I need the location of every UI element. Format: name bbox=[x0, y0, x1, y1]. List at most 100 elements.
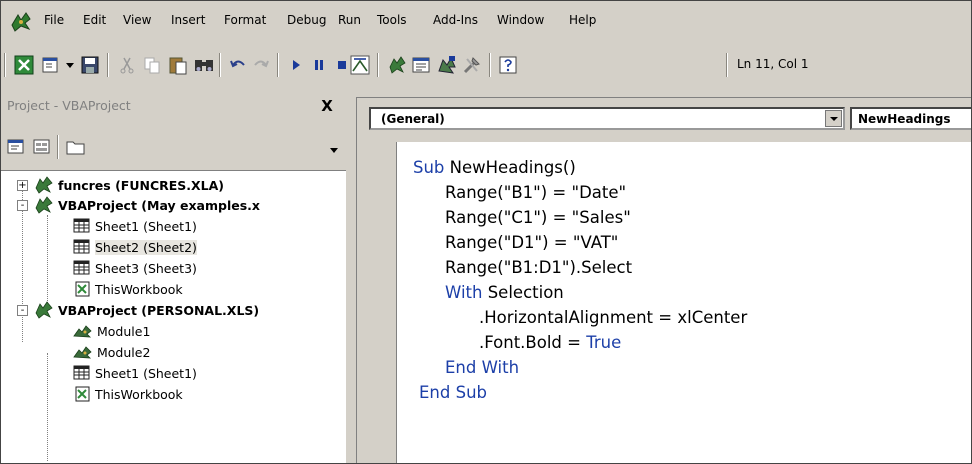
collapse-icon[interactable]: - bbox=[17, 199, 28, 211]
copy-icon[interactable] bbox=[141, 54, 163, 76]
tree-connector bbox=[47, 353, 48, 461]
tree-node-module1[interactable]: Module1 bbox=[73, 321, 150, 341]
code-line: Range("B1:D1").Select bbox=[445, 258, 633, 277]
worksheet-icon bbox=[73, 260, 90, 275]
tree-node-label: Module2 bbox=[97, 344, 151, 360]
menu-add-ins[interactable]: Add-Ins bbox=[433, 13, 478, 27]
tree-node-label: ThisWorkbook bbox=[95, 281, 183, 297]
dropdown-arrow-icon[interactable] bbox=[59, 54, 81, 76]
menu-window[interactable]: Window bbox=[497, 13, 544, 27]
code-line: Range("C1") = "Sales" bbox=[445, 208, 631, 227]
code-text: NewHeadings() bbox=[444, 158, 576, 177]
save-icon[interactable] bbox=[79, 54, 101, 76]
view-object-icon[interactable] bbox=[31, 136, 53, 158]
properties-window-icon[interactable] bbox=[411, 54, 433, 76]
tree-node-funcres[interactable]: + funcres (FUNCRES.XLA) bbox=[17, 175, 224, 195]
code-margin-indicator-bar[interactable] bbox=[367, 142, 397, 463]
menu-tools[interactable]: Tools bbox=[377, 13, 407, 27]
tree-node-sheet1[interactable]: Sheet1 (Sheet1) bbox=[73, 216, 197, 236]
view-excel-icon[interactable] bbox=[13, 54, 35, 76]
menu-run[interactable]: Run bbox=[338, 13, 361, 27]
code-keyword: End With bbox=[445, 358, 520, 377]
menu-file[interactable]: File bbox=[44, 13, 64, 27]
object-browser-icon[interactable] bbox=[436, 54, 458, 76]
tree-node-thisworkbook[interactable]: ThisWorkbook bbox=[73, 279, 183, 299]
tree-node-vbaproject-personal[interactable]: - VBAProject (PERSONAL.XLS) bbox=[17, 300, 259, 320]
workbook-icon bbox=[75, 386, 90, 402]
toolbar-separator bbox=[107, 53, 109, 77]
menu-edit[interactable]: Edit bbox=[83, 13, 106, 27]
worksheet-icon bbox=[73, 239, 90, 254]
project-explorer-toolbar bbox=[1, 127, 346, 167]
code-keyword: End Sub bbox=[419, 383, 488, 402]
code-line: .HorizontalAlignment = xlCenter bbox=[479, 308, 748, 327]
code-line: With Selection bbox=[445, 283, 564, 302]
tree-node-label: VBAProject (PERSONAL.XLS) bbox=[58, 302, 260, 318]
tree-node-vbaproject-may[interactable]: - VBAProject (May examples.x bbox=[17, 195, 260, 215]
tree-node-personal-thisworkbook[interactable]: ThisWorkbook bbox=[73, 384, 183, 404]
menu-help[interactable]: Help bbox=[569, 13, 596, 27]
tree-node-label: Module1 bbox=[97, 323, 151, 339]
procedure-dropdown[interactable]: NewHeadings bbox=[850, 107, 971, 130]
code-window: (General) NewHeadings Sub NewHeadings() … bbox=[356, 97, 971, 463]
tree-node-label: Sheet1 (Sheet1) bbox=[95, 218, 197, 234]
toolbox-icon[interactable] bbox=[461, 54, 483, 76]
toolbar-separator bbox=[726, 53, 728, 77]
find-icon[interactable] bbox=[193, 54, 215, 76]
menu-view[interactable]: View bbox=[123, 13, 151, 27]
menu-bar: File Edit View Insert Format Debug Run T… bbox=[1, 1, 971, 43]
undo-icon[interactable] bbox=[227, 54, 249, 76]
tree-node-sheet2[interactable]: Sheet2 (Sheet2) bbox=[73, 237, 197, 257]
run-icon[interactable] bbox=[285, 54, 307, 76]
code-keyword: With bbox=[445, 283, 483, 302]
vba-app-icon bbox=[11, 12, 31, 32]
collapse-icon[interactable]: - bbox=[17, 304, 28, 316]
code-line: .Font.Bold = True bbox=[479, 333, 621, 352]
worksheet-icon bbox=[73, 218, 90, 233]
code-text: .Font.Bold = bbox=[479, 333, 587, 352]
help-icon[interactable] bbox=[497, 54, 519, 76]
tree-node-label: ThisWorkbook bbox=[95, 386, 183, 402]
paste-icon[interactable] bbox=[167, 54, 189, 76]
menu-debug[interactable]: Debug bbox=[287, 13, 326, 27]
tree-node-personal-sheet1[interactable]: Sheet1 (Sheet1) bbox=[73, 363, 197, 383]
project-explorer-icon[interactable] bbox=[386, 54, 408, 76]
project-tree: + funcres (FUNCRES.XLA) - VBAProject (Ma… bbox=[1, 170, 346, 463]
chevron-down-icon[interactable] bbox=[323, 139, 345, 161]
expand-icon[interactable]: + bbox=[17, 179, 28, 191]
object-dropdown-value: (General) bbox=[381, 111, 445, 126]
close-button[interactable]: X bbox=[319, 99, 335, 115]
worksheet-icon bbox=[73, 365, 90, 380]
code-line: Range("B1") = "Date" bbox=[445, 183, 627, 202]
object-dropdown[interactable]: (General) bbox=[369, 107, 845, 130]
toolbar-grip bbox=[4, 53, 6, 77]
break-icon[interactable] bbox=[308, 54, 330, 76]
code-keyword: Sub bbox=[413, 158, 445, 177]
project-explorer-pane: Project - VBAProject X + funcres (FUNCRE… bbox=[1, 87, 346, 463]
vba-project-icon bbox=[35, 196, 53, 214]
module-icon bbox=[73, 346, 92, 359]
chevron-down-icon[interactable] bbox=[825, 110, 842, 127]
redo-icon[interactable] bbox=[250, 54, 272, 76]
toolbar-separator bbox=[377, 53, 379, 77]
menu-insert[interactable]: Insert bbox=[171, 13, 205, 27]
tree-node-label: Sheet1 (Sheet1) bbox=[95, 365, 197, 381]
toolbar-separator bbox=[489, 53, 491, 77]
design-mode-icon[interactable] bbox=[349, 54, 371, 76]
code-editor[interactable]: Sub NewHeadings() Range("B1") = "Date" R… bbox=[397, 142, 971, 463]
tree-connector bbox=[47, 215, 48, 313]
toolbar-separator bbox=[57, 135, 59, 159]
tree-node-label: Sheet3 (Sheet3) bbox=[95, 260, 197, 276]
procedure-dropdown-value: NewHeadings bbox=[858, 111, 951, 126]
cut-icon[interactable] bbox=[116, 54, 138, 76]
tree-node-module2[interactable]: Module2 bbox=[73, 342, 150, 362]
vba-editor-window: File Edit View Insert Format Debug Run T… bbox=[0, 0, 972, 464]
code-text: Selection bbox=[482, 283, 564, 302]
tree-node-sheet3[interactable]: Sheet3 (Sheet3) bbox=[73, 258, 197, 278]
code-keyword: True bbox=[586, 333, 622, 352]
toggle-folders-icon[interactable] bbox=[65, 136, 87, 158]
menu-format[interactable]: Format bbox=[224, 13, 266, 27]
view-code-icon[interactable] bbox=[5, 136, 27, 158]
vba-project-icon bbox=[35, 176, 53, 194]
tree-node-label: VBAProject (May examples.x bbox=[58, 197, 260, 213]
